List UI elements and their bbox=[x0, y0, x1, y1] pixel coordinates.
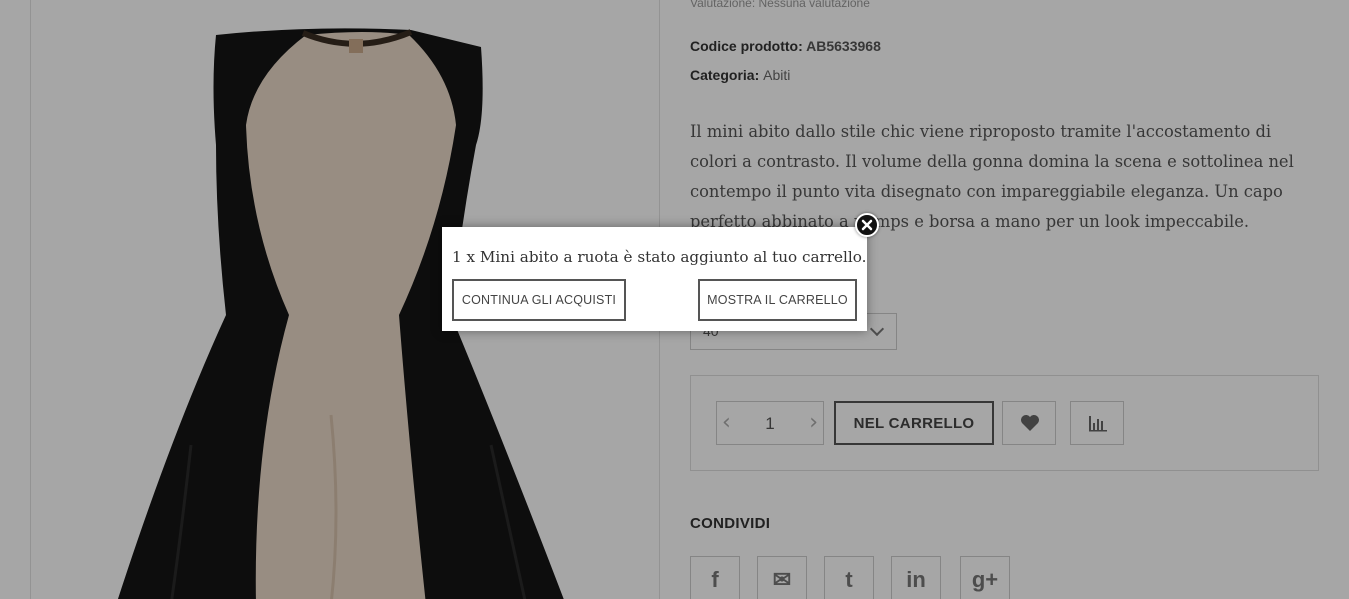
popup-close-button[interactable] bbox=[855, 213, 879, 237]
continue-shopping-button[interactable]: CONTINUA GLI ACQUISTI bbox=[452, 279, 626, 321]
close-icon bbox=[861, 219, 873, 231]
show-cart-button[interactable]: MOSTRA IL CARRELLO bbox=[698, 279, 857, 321]
added-to-cart-popup: 1 x Mini abito a ruota è stato aggiunto … bbox=[442, 227, 867, 331]
popup-message: 1 x Mini abito a ruota è stato aggiunto … bbox=[452, 248, 867, 266]
